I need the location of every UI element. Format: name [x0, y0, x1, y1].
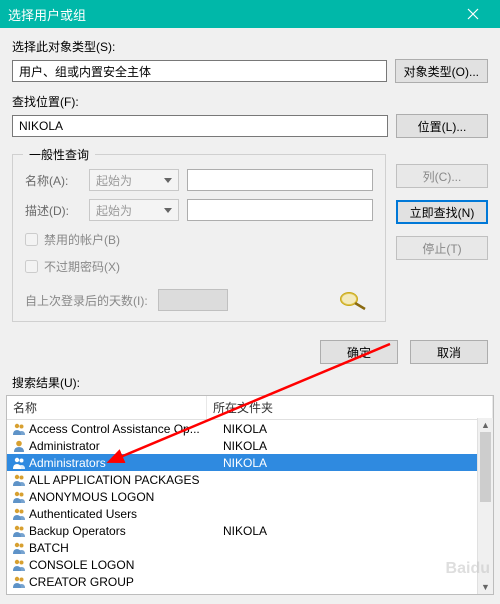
location-field: NIKOLA — [12, 115, 388, 137]
disabled-accounts-checkbox[interactable]: 禁用的帐户(B) — [25, 231, 373, 248]
days-since-combo[interactable] — [158, 289, 228, 311]
non-expiring-checkbox[interactable]: 不过期密码(X) — [25, 258, 373, 275]
principal-icon — [11, 489, 27, 505]
cancel-button[interactable]: 取消 — [410, 340, 488, 364]
result-folder: NIKOLA — [223, 439, 493, 453]
scroll-down-arrow[interactable]: ▼ — [478, 580, 493, 594]
result-name: Administrator — [29, 439, 223, 453]
result-row[interactable]: ANONYMOUS LOGON — [7, 488, 493, 505]
object-types-button[interactable]: 对象类型(O)... — [395, 59, 488, 83]
object-type-field: 用户、组或内置安全主体 — [12, 60, 387, 82]
result-row[interactable]: Backup OperatorsNIKOLA — [7, 522, 493, 539]
titlebar: 选择用户或组 — [0, 0, 500, 28]
days-since-label: 自上次登录后的天数(I): — [25, 292, 148, 309]
common-queries-group: 一般性查询 名称(A): 起始为 描述(D): 起始为 禁用的帐户(B) 不过期… — [12, 154, 386, 322]
common-queries-title: 一般性查询 — [23, 146, 95, 163]
col-name-header[interactable]: 名称 — [7, 396, 207, 419]
results-list[interactable]: 名称 所在文件夹 Access Control Assistance Op...… — [6, 395, 494, 595]
result-folder: NIKOLA — [223, 422, 493, 436]
object-type-label: 选择此对象类型(S): — [12, 38, 488, 55]
result-row[interactable]: BATCH — [7, 539, 493, 556]
result-name: ALL APPLICATION PACKAGES — [29, 473, 223, 487]
result-name: CREATOR GROUP — [29, 575, 223, 589]
dialog-content: 选择此对象类型(S): 用户、组或内置安全主体 对象类型(O)... 查找位置(… — [0, 28, 500, 330]
stop-button[interactable]: 停止(T) — [396, 236, 488, 260]
principal-icon — [11, 506, 27, 522]
result-row[interactable]: CONSOLE LOGON — [7, 556, 493, 573]
columns-button[interactable]: 列(C)... — [396, 164, 488, 188]
result-row[interactable]: AdministratorsNIKOLA — [7, 454, 493, 471]
principal-icon — [11, 421, 27, 437]
principal-icon — [11, 438, 27, 454]
locations-button[interactable]: 位置(L)... — [396, 114, 488, 138]
scroll-up-arrow[interactable]: ▲ — [478, 418, 493, 432]
desc-match-combo[interactable]: 起始为 — [89, 199, 179, 221]
desc-input[interactable] — [187, 199, 373, 221]
close-icon — [467, 8, 479, 20]
window-title: 选择用户或组 — [8, 5, 454, 24]
principal-icon — [11, 472, 27, 488]
dialog-buttons: 确定 取消 — [0, 330, 500, 374]
location-label: 查找位置(F): — [12, 93, 488, 110]
result-folder: NIKOLA — [223, 524, 493, 538]
principal-icon — [11, 540, 27, 556]
result-name: ANONYMOUS LOGON — [29, 490, 223, 504]
result-name: Backup Operators — [29, 524, 223, 538]
principal-icon — [11, 557, 27, 573]
result-row[interactable]: Access Control Assistance Op...NIKOLA — [7, 420, 493, 437]
find-now-button[interactable]: 立即查找(N) — [396, 200, 488, 224]
search-results-label: 搜索结果(U): — [0, 374, 500, 395]
name-input[interactable] — [187, 169, 373, 191]
result-name: BATCH — [29, 541, 223, 555]
desc-label: 描述(D): — [25, 202, 81, 219]
result-row[interactable]: CREATOR GROUP — [7, 573, 493, 590]
result-name: Access Control Assistance Op... — [29, 422, 223, 436]
result-row[interactable]: Authenticated Users — [7, 505, 493, 522]
result-name: Administrators — [29, 456, 223, 470]
search-icon — [335, 289, 373, 311]
scrollbar-thumb[interactable] — [480, 432, 491, 502]
results-header: 名称 所在文件夹 — [7, 396, 493, 420]
result-row[interactable]: AdministratorNIKOLA — [7, 437, 493, 454]
col-folder-header[interactable]: 所在文件夹 — [207, 396, 493, 419]
result-name: Authenticated Users — [29, 507, 223, 521]
principal-icon — [11, 455, 27, 471]
name-label: 名称(A): — [25, 172, 81, 189]
close-button[interactable] — [454, 0, 492, 28]
results-scrollbar[interactable]: ▲ ▼ — [477, 418, 493, 594]
principal-icon — [11, 574, 27, 590]
ok-button[interactable]: 确定 — [320, 340, 398, 364]
name-match-combo[interactable]: 起始为 — [89, 169, 179, 191]
result-name: CONSOLE LOGON — [29, 558, 223, 572]
principal-icon — [11, 523, 27, 539]
result-row[interactable]: ALL APPLICATION PACKAGES — [7, 471, 493, 488]
result-folder: NIKOLA — [223, 456, 493, 470]
